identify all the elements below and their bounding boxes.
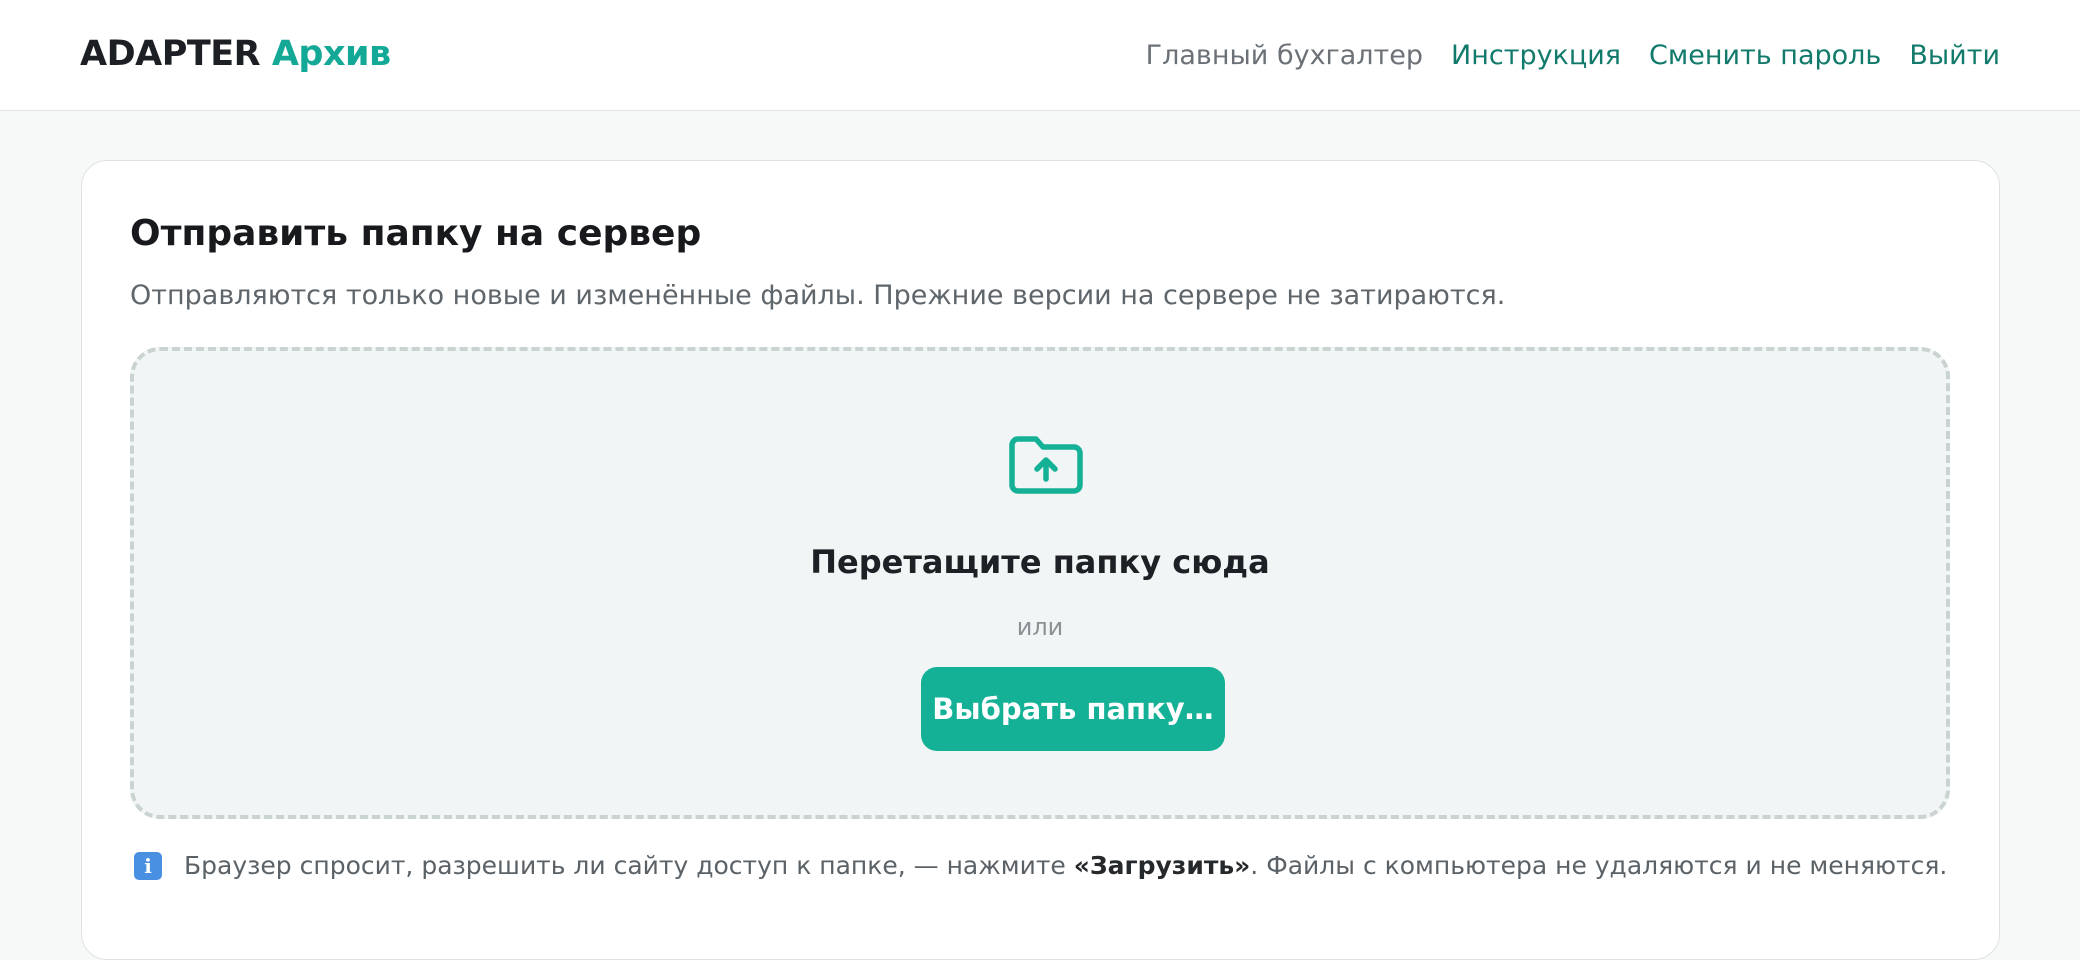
- top-bar: ADAPTER Архив Главный бухгалтер Инструкц…: [0, 0, 2080, 111]
- brand-logo[interactable]: ADAPTER Архив: [80, 34, 391, 74]
- folder-upload-icon: [1009, 436, 1083, 494]
- note-text-after: . Файлы с компьютера не удаляются и не м…: [1250, 851, 1948, 880]
- top-nav: Главный бухгалтер Инструкция Сменить пар…: [1146, 40, 2000, 71]
- info-icon: i: [134, 851, 162, 880]
- upload-card: Отправить папку на сервер Отправляются т…: [81, 160, 2000, 960]
- logout-link[interactable]: Выйти: [1909, 40, 2000, 71]
- note-emphasis: «Загрузить»: [1073, 851, 1251, 880]
- page-title: Отправить папку на сервер: [130, 213, 702, 254]
- dropzone-title: Перетащите папку сюда: [810, 543, 1270, 581]
- dropzone-or: или: [1016, 613, 1064, 641]
- instructions-link[interactable]: Инструкция: [1451, 40, 1621, 71]
- brand-primary: ADAPTER: [80, 34, 261, 74]
- info-note: i Браузер спросит, разрешить ли сайту до…: [134, 851, 1947, 880]
- note-text-before: Браузер спросит, разрешить ли сайту дост…: [184, 851, 1074, 880]
- user-role: Главный бухгалтер: [1145, 40, 1424, 71]
- brand-secondary: Архив: [271, 34, 391, 74]
- choose-folder-button[interactable]: Выбрать папку…: [921, 667, 1225, 751]
- note-text: Браузер спросит, разрешить ли сайту дост…: [184, 851, 1947, 880]
- folder-dropzone[interactable]: Перетащите папку сюда или Выбрать папку…: [130, 347, 1950, 819]
- change-password-link[interactable]: Сменить пароль: [1649, 40, 1881, 71]
- page-subtitle: Отправляются только новые и изменённые ф…: [130, 280, 1506, 311]
